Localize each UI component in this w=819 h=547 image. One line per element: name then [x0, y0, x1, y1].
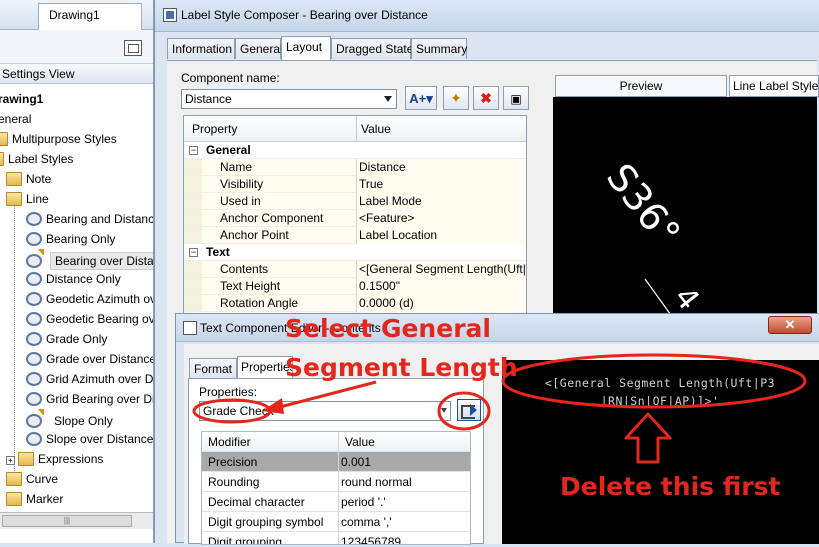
annotation-circle-insert-button [437, 391, 491, 431]
annotation-arrow-shaft [275, 380, 377, 410]
annotation-circle-grade-check [192, 398, 272, 424]
annotation-delete-first: Delete this first [560, 472, 781, 501]
annotation-overlay [192, 353, 807, 464]
annotation-select-line2: Segment Length [285, 353, 518, 382]
annotation-select-line1: Select General [285, 314, 491, 343]
annotation-up-arrow [624, 412, 672, 464]
annotation-circle-expression [501, 353, 807, 409]
